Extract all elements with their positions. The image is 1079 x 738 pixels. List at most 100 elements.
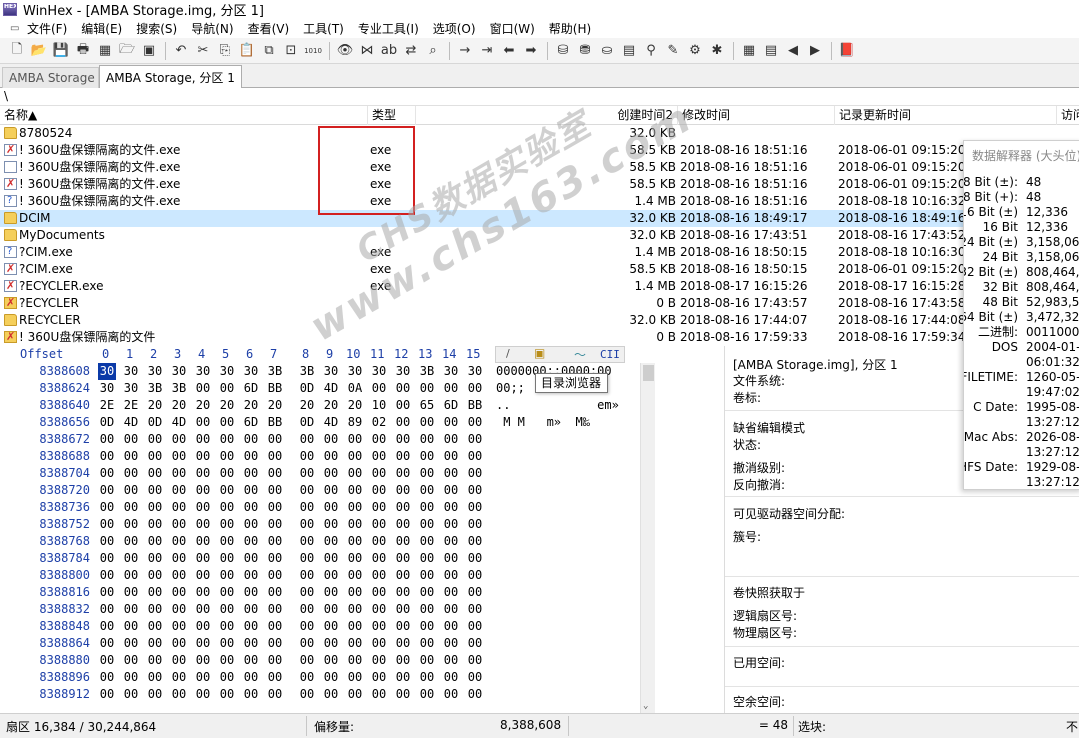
hex-byte[interactable]: 00	[370, 516, 388, 533]
hex-byte[interactable]: 6D	[242, 380, 260, 397]
hex-byte[interactable]: 00	[194, 584, 212, 601]
hex-byte[interactable]: 00	[266, 618, 284, 635]
hex-byte[interactable]: 00	[466, 584, 484, 601]
hex-byte[interactable]: 00	[346, 431, 364, 448]
hex-byte[interactable]: 00	[218, 431, 236, 448]
hex-byte[interactable]: 00	[194, 482, 212, 499]
ram-icon[interactable]: ⛃	[574, 41, 596, 61]
hex-byte[interactable]: 00	[218, 550, 236, 567]
hex-byte[interactable]: 00	[346, 448, 364, 465]
hex-byte[interactable]: 0D	[298, 380, 316, 397]
hex-byte[interactable]: 00	[266, 533, 284, 550]
hex-byte[interactable]: 00	[218, 635, 236, 652]
hex-byte[interactable]: 00	[122, 635, 140, 652]
find-icon[interactable]: 👁	[334, 41, 356, 61]
hex-byte[interactable]: 00	[170, 584, 188, 601]
hex-byte[interactable]: 00	[146, 533, 164, 550]
book-icon[interactable]: 📕	[836, 41, 858, 61]
hex-byte[interactable]: 00	[266, 584, 284, 601]
hex-byte[interactable]: 00	[218, 601, 236, 618]
menu-item[interactable]: 专业工具(I)	[352, 18, 427, 38]
hex-byte[interactable]: 00	[322, 550, 340, 567]
paste-icon[interactable]: 📋	[236, 41, 258, 61]
open-disk-icon[interactable]: 🗁	[116, 41, 138, 61]
hex-byte[interactable]: 00	[242, 652, 260, 669]
file-row[interactable]: ?CIM.exeexe1.4 MB2018-08-16 18:50:152018…	[0, 244, 1079, 261]
hex-byte[interactable]: 00	[122, 686, 140, 703]
hex-byte[interactable]: 00	[394, 601, 412, 618]
hex-byte[interactable]: 00	[242, 601, 260, 618]
hex-byte[interactable]: 89	[346, 414, 364, 431]
hex-byte[interactable]: 00	[298, 567, 316, 584]
hex-byte[interactable]: 00	[146, 652, 164, 669]
hex-byte[interactable]: 0D	[146, 414, 164, 431]
hex-byte[interactable]: 00	[418, 482, 436, 499]
copy-icon[interactable]: ⎘	[214, 41, 236, 61]
hex-byte[interactable]: 00	[298, 584, 316, 601]
hex-byte[interactable]: 00	[418, 431, 436, 448]
hex-byte[interactable]: 00	[370, 431, 388, 448]
hex-byte[interactable]: 00	[242, 465, 260, 482]
hex-byte[interactable]: 00	[266, 567, 284, 584]
hex-byte[interactable]: 00	[298, 686, 316, 703]
pen-icon[interactable]: /	[506, 347, 510, 360]
hex-byte[interactable]: 00	[218, 618, 236, 635]
hex-byte[interactable]: 00	[466, 601, 484, 618]
hex-byte[interactable]: 00	[266, 499, 284, 516]
hex-byte[interactable]: 02	[370, 414, 388, 431]
hex-byte[interactable]: 00	[418, 499, 436, 516]
hex-byte[interactable]: 00	[466, 465, 484, 482]
hex-byte[interactable]: 00	[394, 397, 412, 414]
file-row[interactable]: ! 360U盘保镖隔离的文件.exe exe 1.4 MB 2018-08-16 18…	[0, 193, 1079, 210]
hex-byte[interactable]: 00	[242, 499, 260, 516]
hex-byte[interactable]: 00	[418, 669, 436, 686]
hex-byte[interactable]: 00	[218, 516, 236, 533]
hex-byte[interactable]: 30	[170, 363, 188, 380]
hex-byte[interactable]: 00	[194, 652, 212, 669]
hex-byte[interactable]: 00	[466, 482, 484, 499]
hex-byte[interactable]: 00	[394, 516, 412, 533]
column-header-created[interactable]: 创建时间2	[416, 106, 678, 125]
hex-byte[interactable]: 6D	[442, 397, 460, 414]
next-icon[interactable]: ▶	[804, 41, 826, 61]
hex-byte[interactable]: 00	[466, 567, 484, 584]
file-row[interactable]: ! 360U盘保镖隔离的文件0 B2018-08-16 17:59:332018…	[0, 329, 1079, 345]
hex-byte[interactable]: 30	[122, 363, 140, 380]
hex-byte[interactable]: 00	[194, 618, 212, 635]
hex-byte[interactable]: 00	[370, 380, 388, 397]
hex-byte[interactable]: 00	[146, 686, 164, 703]
hex-byte[interactable]: 00	[466, 635, 484, 652]
text-column[interactable]: 00;;	[496, 380, 525, 397]
hex-byte[interactable]: 00	[442, 550, 460, 567]
hex-vertical-scrollbar[interactable]: ⌄	[640, 363, 655, 713]
file-row[interactable]: ?ECYCLER0 B2018-08-16 17:43:572018-08-16…	[0, 295, 1079, 312]
hex-byte[interactable]: 00	[146, 482, 164, 499]
hex-byte[interactable]: 00	[218, 669, 236, 686]
goto-sector-icon[interactable]: ⇥	[476, 41, 498, 61]
file-row[interactable]: ! 360U盘保镖隔离的文件.exe exe 58.5 KB 2018-08-16 1…	[0, 159, 1079, 176]
hex-byte[interactable]: 00	[346, 669, 364, 686]
hex-byte[interactable]: 00	[418, 618, 436, 635]
hex-byte[interactable]: 00	[194, 448, 212, 465]
hex-byte[interactable]: 20	[242, 397, 260, 414]
hex-byte[interactable]: 00	[122, 652, 140, 669]
hex-byte[interactable]: 00	[442, 669, 460, 686]
hex-byte[interactable]: 30	[242, 363, 260, 380]
hex-byte[interactable]: 00	[170, 482, 188, 499]
hex-byte[interactable]: 00	[266, 686, 284, 703]
hex-byte[interactable]: 00	[466, 516, 484, 533]
write-hex-icon[interactable]: 1010	[302, 41, 324, 61]
open-folder-icon[interactable]: 📂	[28, 41, 50, 61]
hex-byte[interactable]: 00	[170, 652, 188, 669]
hex-byte[interactable]: 00	[266, 516, 284, 533]
hex-byte[interactable]: 2E	[122, 397, 140, 414]
hex-byte[interactable]: 00	[442, 601, 460, 618]
hex-byte[interactable]: 00	[322, 601, 340, 618]
hex-byte[interactable]: 20	[322, 397, 340, 414]
hex-byte[interactable]: 00	[266, 550, 284, 567]
hex-byte[interactable]: 00	[122, 567, 140, 584]
hex-byte[interactable]: 00	[218, 499, 236, 516]
grid-icon[interactable]: ▦	[738, 41, 760, 61]
hex-byte[interactable]: 30	[122, 380, 140, 397]
hex-byte[interactable]: 00	[418, 380, 436, 397]
